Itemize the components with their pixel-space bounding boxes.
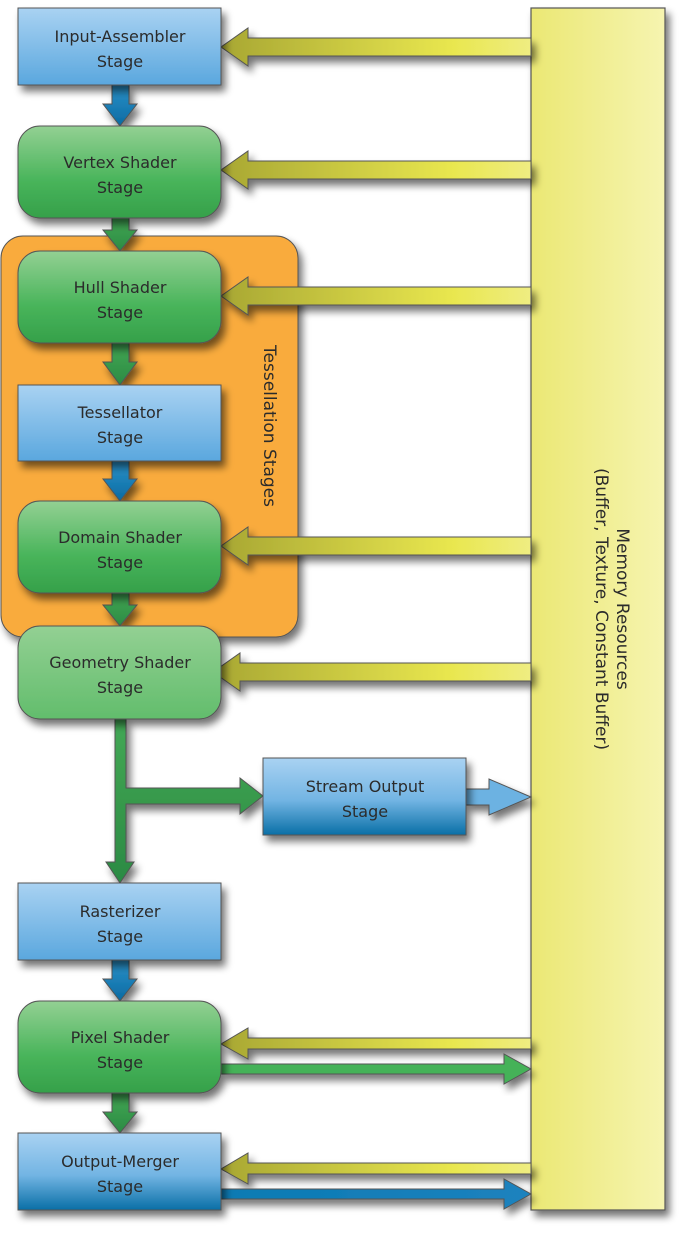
stage-input-assembler[interactable]: Input-Assembler Stage	[17, 7, 222, 86]
pipeline-diagram: Memory Resources (Buffer, Texture, Const…	[0, 7, 666, 1211]
arrow-gs-to-rasterizer-and-so	[105, 718, 264, 884]
memory-write-arrows	[220, 778, 533, 1210]
stage-suffix: Stage	[97, 1177, 143, 1196]
stage-output-merger[interactable]: Output-Merger Stage	[17, 1132, 222, 1211]
stage-name: Geometry Shader	[49, 653, 191, 672]
stage-name: Input-Assembler	[55, 27, 186, 46]
stage-suffix: Stage	[97, 52, 143, 71]
stage-name: Pixel Shader	[71, 1028, 170, 1047]
stage-vertex-shader[interactable]: Vertex Shader Stage	[17, 125, 222, 219]
stage-domain-shader[interactable]: Domain Shader Stage	[17, 500, 222, 594]
stage-suffix: Stage	[342, 802, 388, 821]
write-arrow-stream-output	[465, 778, 533, 816]
stage-name: Tessellator	[77, 403, 163, 422]
stage-suffix: Stage	[97, 927, 143, 946]
stage-hull-shader[interactable]: Hull Shader Stage	[17, 250, 222, 344]
stage-name: Vertex Shader	[63, 153, 177, 172]
tessellation-stages-label: Tessellation Stages	[259, 344, 279, 507]
memory-resources-label: Memory Resources	[612, 528, 632, 690]
stage-geometry-shader[interactable]: Geometry Shader Stage	[17, 625, 222, 720]
stage-suffix: Stage	[97, 1053, 143, 1072]
stage-suffix: Stage	[97, 553, 143, 572]
write-arrow-pixel-shader	[220, 1053, 533, 1085]
stage-name: Hull Shader	[74, 278, 167, 297]
stage-stream-output[interactable]: Stream Output Stage	[262, 757, 467, 836]
memory-resources-sublabel: (Buffer, Texture, Constant Buffer)	[591, 468, 611, 750]
stage-name: Domain Shader	[58, 528, 182, 547]
stage-rasterizer[interactable]: Rasterizer Stage	[17, 882, 222, 961]
stage-suffix: Stage	[97, 428, 143, 447]
stage-pixel-shader[interactable]: Pixel Shader Stage	[17, 1000, 222, 1094]
stage-suffix: Stage	[97, 303, 143, 322]
stage-tessellator[interactable]: Tessellator Stage	[17, 384, 222, 462]
read-arrow-input-assembler	[220, 27, 532, 67]
read-arrow-output-merger	[219, 1152, 532, 1185]
read-arrow-vertex-shader	[220, 150, 532, 190]
stage-name: Output-Merger	[61, 1152, 179, 1171]
stage-suffix: Stage	[97, 178, 143, 197]
arrow-ia-to-vs	[101, 84, 139, 127]
read-arrow-geometry-shader	[212, 652, 532, 692]
memory-resources-panel: Memory Resources (Buffer, Texture, Const…	[530, 7, 666, 1211]
read-arrow-pixel-shader	[219, 1027, 532, 1060]
arrow-ps-to-om	[101, 1092, 139, 1134]
write-arrow-output-merger	[220, 1178, 533, 1210]
stage-name: Rasterizer	[80, 902, 161, 921]
stage-suffix: Stage	[97, 678, 143, 697]
arrow-rasterizer-to-ps	[101, 959, 139, 1002]
stage-name: Stream Output	[306, 777, 425, 796]
